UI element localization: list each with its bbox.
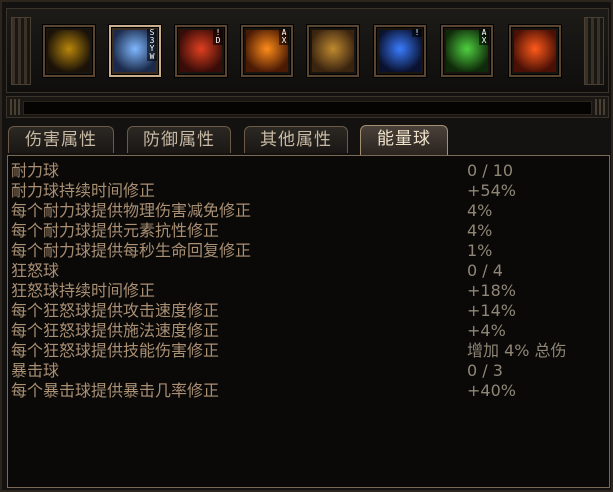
- tab-charges[interactable]: 能量球: [360, 125, 448, 155]
- stat-value: 4%: [467, 201, 493, 220]
- divider-track: [23, 101, 592, 115]
- stat-value: 1%: [467, 241, 493, 260]
- sword-skill-icon: [48, 30, 90, 72]
- stats-panel: 耐力球 0 / 10 耐力球持续时间修正 +54% 每个耐力球提供物理伤害减免修正 4% 每…: [7, 155, 610, 488]
- stat-value: 4%: [467, 221, 493, 240]
- skill-bar: S 3 Y W ! D A X! A X: [6, 8, 609, 93]
- stat-label: 每个耐力球提供每秒生命回复修正: [11, 241, 252, 260]
- fire-rune-skill-icon: [514, 30, 556, 72]
- golden-spiral-skill-icon: [312, 30, 354, 72]
- stat-label: 暴击球: [11, 361, 60, 380]
- skill-tag: A X: [279, 29, 289, 45]
- divider-left-grip: [10, 99, 20, 115]
- divider-right-grip: [595, 99, 605, 115]
- skill-bar-left-cap: [11, 17, 31, 85]
- stat-label: 每个耐力球提供元素抗性修正: [11, 221, 220, 240]
- stat-label: 狂怒球: [11, 261, 60, 280]
- divider-handle[interactable]: [6, 96, 609, 118]
- stat-label: 每个耐力球提供物理伤害减免修正: [11, 201, 252, 220]
- stat-label: 耐力球: [11, 161, 60, 180]
- stat-value: 0 / 4: [467, 261, 503, 280]
- skill-tag: ! D: [213, 29, 223, 45]
- stat-label: 耐力球持续时间修正: [11, 181, 156, 200]
- skill-bar-right-cap: [584, 17, 604, 85]
- skill-tag: !: [412, 29, 422, 37]
- stat-label: 每个暴击球提供暴击几率修正: [11, 381, 220, 400]
- skill-slot[interactable]: !: [374, 25, 426, 77]
- stat-value: +18%: [467, 281, 516, 300]
- character-stats-window: S 3 Y W ! D A X! A X 伤害属性 防御属性 其他属性 能量球 耐力球…: [0, 0, 613, 492]
- skill-slot[interactable]: A X: [241, 25, 293, 77]
- stat-value: +14%: [467, 301, 516, 320]
- tab-other[interactable]: 其他属性: [244, 126, 348, 153]
- tab-damage[interactable]: 伤害属性: [8, 126, 114, 153]
- skill-slot[interactable]: [43, 25, 95, 77]
- tab-defense[interactable]: 防御属性: [127, 126, 231, 153]
- skill-slot[interactable]: A X: [441, 25, 493, 77]
- stat-label: 每个狂怒球提供攻击速度修正: [11, 301, 220, 320]
- stat-value: 0 / 10: [467, 161, 514, 180]
- stat-value: +54%: [467, 181, 516, 200]
- skill-tag: S 3 Y W: [147, 29, 157, 61]
- skill-slot[interactable]: S 3 Y W: [109, 25, 161, 77]
- stat-label: 每个狂怒球提供技能伤害修正: [11, 341, 220, 360]
- stat-label: 每个狂怒球提供施法速度修正: [11, 321, 220, 340]
- stat-value: 0 / 3: [467, 361, 503, 380]
- skill-tag: A X: [479, 29, 489, 45]
- stat-value: 增加 4% 总伤: [467, 341, 567, 360]
- stat-value: +4%: [467, 321, 506, 340]
- stat-value: +40%: [467, 381, 516, 400]
- skill-slot[interactable]: ! D: [175, 25, 227, 77]
- stat-label: 狂怒球持续时间修正: [11, 281, 156, 300]
- skill-slot[interactable]: [509, 25, 561, 77]
- skill-slot[interactable]: [307, 25, 359, 77]
